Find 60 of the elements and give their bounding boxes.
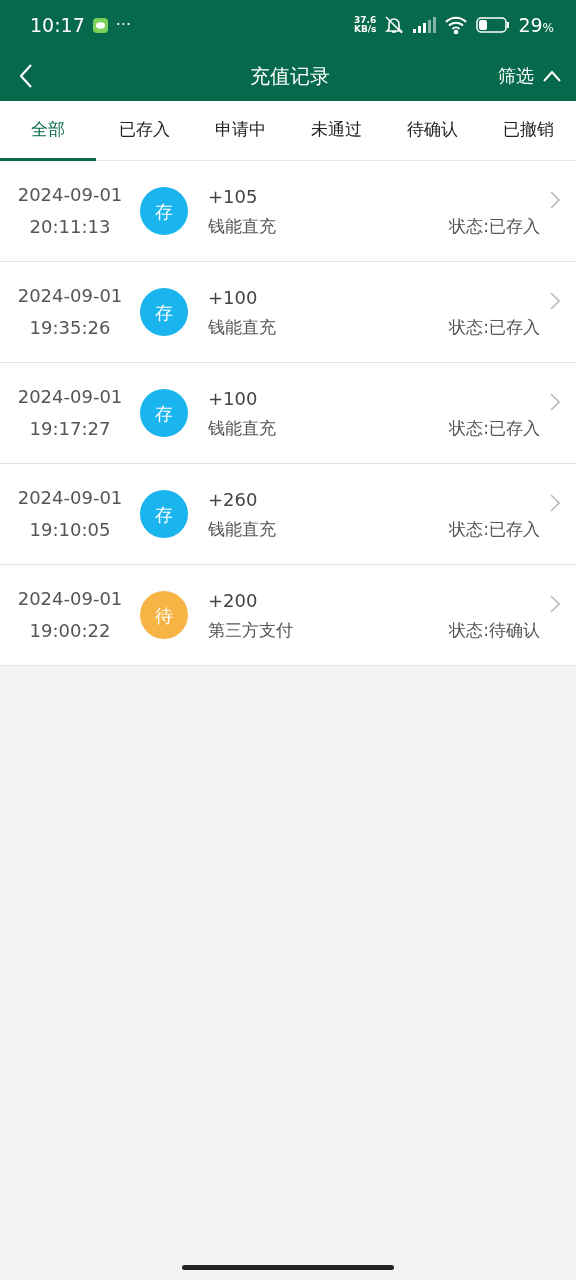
tab[interactable]: 已撤销 [480, 101, 576, 161]
speed-unit: KB/s [353, 25, 377, 34]
record-amount: +100 [208, 386, 258, 411]
record-row[interactable]: 2024-09-01 19:10:05 存 +260 钱能直充 状态:已存入 [0, 464, 576, 565]
status-badge: 存 [140, 288, 188, 336]
record-status: 状态:已存入 [449, 517, 540, 541]
chevron-right-icon [550, 292, 560, 310]
record-time: 19:10:05 [28, 518, 112, 542]
record-amount: +105 [208, 184, 258, 209]
record-row[interactable]: 2024-09-01 20:11:13 存 +105 钱能直充 状态:已存入 [0, 161, 576, 262]
record-time: 19:17:27 [28, 417, 112, 441]
payment-method: 钱能直充 [208, 214, 276, 238]
tab[interactable]: 未通过 [288, 101, 384, 161]
record-date: 2024-09-01 [16, 284, 124, 308]
chat-app-icon [92, 17, 108, 33]
bell-off-icon [384, 15, 405, 35]
battery-percent: 29 [518, 13, 543, 36]
record-date: 2024-09-01 [16, 385, 124, 409]
battery-icon [476, 17, 511, 33]
chevron-right-icon [550, 191, 560, 209]
record-row[interactable]: 2024-09-01 19:35:26 存 +100 钱能直充 状态:已存入 [0, 262, 576, 363]
percent-sign: % [542, 20, 554, 35]
tab[interactable]: 已存入 [96, 101, 192, 161]
record-date: 2024-09-01 [16, 486, 124, 510]
chevron-right-icon [550, 393, 560, 411]
record-date: 2024-09-01 [16, 183, 124, 207]
record-amount: +200 [208, 588, 258, 613]
record-time: 19:00:22 [28, 619, 112, 643]
record-status: 状态:已存入 [449, 315, 540, 339]
chevron-right-icon [550, 494, 560, 512]
notification-more: ··· [115, 14, 132, 36]
payment-method: 钱能直充 [208, 517, 276, 541]
status-badge: 存 [140, 490, 188, 538]
payment-method: 第三方支付 [208, 618, 293, 642]
record-amount: +100 [208, 285, 258, 310]
record-row[interactable]: 2024-09-01 19:00:22 待 +200 第三方支付 状态:待确认 [0, 565, 576, 666]
record-time: 20:11:13 [28, 215, 112, 239]
record-status: 状态:已存入 [449, 214, 540, 238]
status-badge: 待 [140, 591, 188, 639]
status-time: 10:17 [30, 12, 85, 38]
tab[interactable]: 待确认 [384, 101, 480, 161]
record-time: 19:35:26 [28, 316, 112, 340]
network-speed: 37.6 [353, 16, 377, 25]
record-status: 状态:待确认 [449, 618, 540, 642]
record-date: 2024-09-01 [16, 587, 124, 611]
status-badge: 存 [140, 389, 188, 437]
record-amount: +260 [208, 487, 258, 512]
chevron-up-icon [542, 69, 562, 82]
payment-method: 钱能直充 [208, 315, 276, 339]
record-row[interactable]: 2024-09-01 19:17:27 存 +100 钱能直充 状态:已存入 [0, 363, 576, 464]
status-badge: 存 [140, 187, 188, 235]
payment-method: 钱能直充 [208, 416, 276, 440]
page-title: 充值记录 [250, 62, 330, 90]
back-icon[interactable] [18, 62, 34, 89]
filter-button[interactable]: 筛选 [498, 62, 562, 89]
chevron-right-icon [550, 595, 560, 613]
wifi-icon [444, 16, 469, 34]
record-status: 状态:已存入 [449, 416, 540, 440]
signal-icon [412, 17, 437, 33]
tab[interactable]: 申请中 [192, 101, 288, 161]
